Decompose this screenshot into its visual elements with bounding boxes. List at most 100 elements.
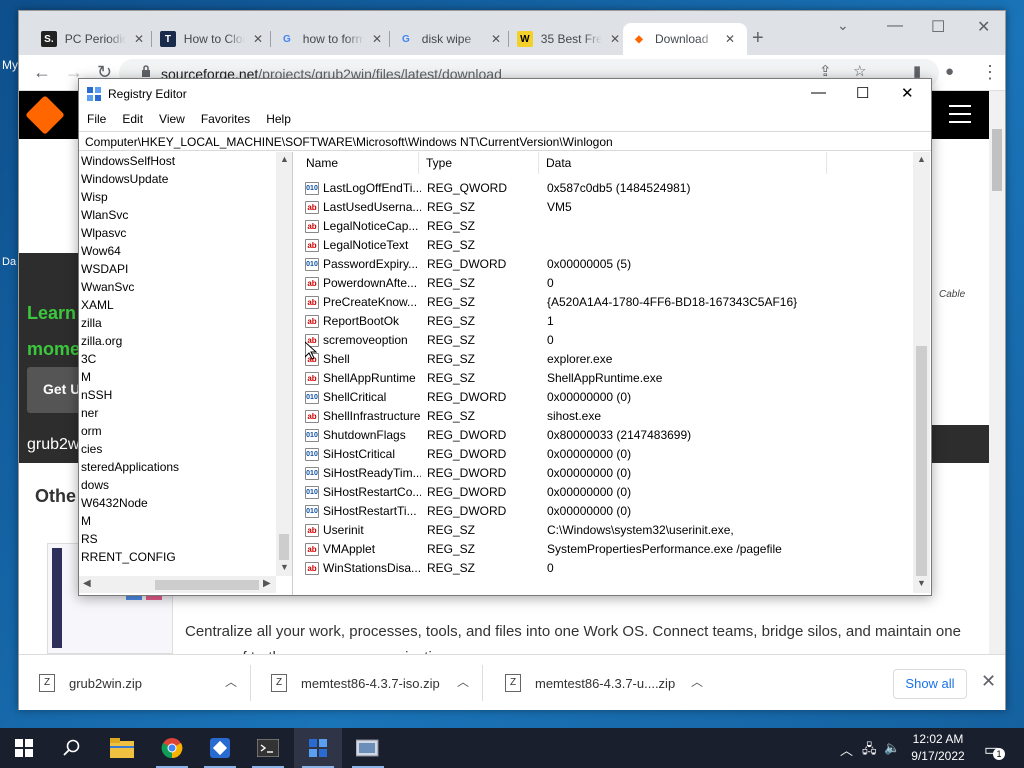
browser-tab[interactable]: Gdisk wipe ✕	[390, 23, 509, 55]
registry-value-row[interactable]: 010 SiHostRestartCo... REG_DWORD 0x00000000…	[299, 483, 913, 502]
registry-tree-key[interactable]: RS	[79, 530, 292, 548]
menu-file[interactable]: File	[79, 109, 114, 129]
registry-tree-key[interactable]: RRENT_CONFIG	[79, 548, 292, 566]
download-item[interactable]: Zgrub2win.zip ︿	[39, 655, 251, 711]
scroll-up-icon[interactable]: ▲	[280, 154, 289, 164]
registry-tree-key[interactable]: Wlpasvc	[79, 224, 292, 242]
tree-scroll-thumb[interactable]	[279, 534, 289, 560]
chevron-up-icon[interactable]: ︿	[225, 673, 237, 690]
registry-tree-key[interactable]: Wow64	[79, 242, 292, 260]
hamburger-menu-icon[interactable]	[949, 105, 971, 123]
registry-tree-key[interactable]: ner	[79, 404, 292, 422]
registry-value-row[interactable]: ab scremoveoption REG_SZ 0	[299, 331, 913, 350]
tab-close-icon[interactable]: ✕	[491, 32, 501, 46]
taskbar-file-explorer[interactable]	[98, 728, 146, 768]
values-scroll-thumb[interactable]	[916, 346, 927, 576]
tree-horizontal-scrollbar[interactable]: ◀ ▶	[79, 576, 276, 593]
registry-value-row[interactable]: ab LastUsedUserna... REG_SZ VM5	[299, 198, 913, 217]
menu-view[interactable]: View	[151, 109, 193, 129]
download-item[interactable]: Zmemtest86-4.3.7-u....zip ︿	[505, 655, 703, 711]
column-header-type[interactable]: Type	[419, 152, 539, 174]
download-item[interactable]: Zmemtest86-4.3.7-iso.zip ︿	[271, 655, 483, 711]
minimize-icon[interactable]: —	[887, 17, 903, 35]
registry-tree-key[interactable]: nSSH	[79, 386, 292, 404]
registry-tree-key[interactable]: Wisp	[79, 188, 292, 206]
registry-value-row[interactable]: 010 ShutdownFlags REG_DWORD 0x80000033 (214…	[299, 426, 913, 445]
registry-value-row[interactable]: 010 SiHostRestartTi... REG_DWORD 0x00000000…	[299, 502, 913, 521]
tab-close-icon[interactable]: ✕	[610, 32, 620, 46]
taskbar-registry-editor[interactable]	[294, 728, 342, 768]
registry-value-row[interactable]: 010 SiHostCritical REG_DWORD 0x00000000 (0)	[299, 445, 913, 464]
volume-icon[interactable]: 🔈	[884, 740, 900, 756]
tree-hscroll-thumb[interactable]	[155, 580, 259, 590]
ad-logo-text[interactable]: Cable	[939, 289, 965, 300]
registry-tree-key[interactable]: M	[79, 512, 292, 530]
profile-avatar-icon[interactable]: ●	[945, 63, 954, 81]
show-all-button[interactable]: Show all	[893, 669, 967, 699]
registry-value-row[interactable]: ab PreCreateKnow... REG_SZ {A520A1A4-1780-4…	[299, 293, 913, 312]
menu-help[interactable]: Help	[258, 109, 299, 129]
registry-tree-key[interactable]: WSDAPI	[79, 260, 292, 278]
close-icon[interactable]: ✕	[977, 17, 990, 37]
registry-tree-key[interactable]: M	[79, 368, 292, 386]
tree-vertical-scrollbar[interactable]: ▲ ▼	[276, 152, 292, 576]
title-bar[interactable]: Registry Editor — ☐ ✕	[79, 79, 931, 109]
chevron-up-icon[interactable]: ︿	[691, 673, 703, 690]
browser-tab[interactable]: Ghow to format ✕	[271, 23, 390, 55]
registry-tree-key[interactable]: orm	[79, 422, 292, 440]
values-vertical-scrollbar[interactable]: ▲ ▼	[913, 152, 930, 593]
search-button[interactable]	[48, 728, 96, 768]
chevron-up-icon[interactable]: ︿	[457, 673, 469, 690]
taskbar-command-prompt[interactable]	[244, 728, 292, 768]
sourceforge-logo-icon[interactable]	[25, 95, 65, 135]
registry-tree-key[interactable]: WlanSvc	[79, 206, 292, 224]
registry-tree-key[interactable]: 3C	[79, 350, 292, 368]
network-icon[interactable]: 🖧	[862, 740, 877, 762]
registry-value-row[interactable]: 010 SiHostReadyTim... REG_DWORD 0x00000000 …	[299, 464, 913, 483]
scroll-left-icon[interactable]: ◀	[83, 578, 91, 589]
browser-tab[interactable]: ◆ Download ✕	[623, 23, 747, 55]
maximize-icon[interactable]: ☐	[931, 17, 945, 37]
registry-value-row[interactable]: ab Userinit REG_SZ C:\Windows\system32\user…	[299, 521, 913, 540]
registry-tree-key[interactable]: zilla	[79, 314, 292, 332]
taskbar-chrome[interactable]	[148, 728, 196, 768]
tab-search-icon[interactable]: ⌄	[837, 17, 849, 34]
taskbar-app-window[interactable]	[344, 728, 392, 768]
show-hidden-icons-icon[interactable]: ︿	[840, 740, 853, 759]
registry-value-row[interactable]: ab WinStationsDisa... REG_SZ 0	[299, 559, 913, 578]
scroll-down-icon[interactable]: ▼	[917, 578, 926, 588]
menu-favorites[interactable]: Favorites	[193, 109, 258, 129]
back-icon[interactable]: ←	[33, 63, 51, 81]
registry-tree-key[interactable]: dows	[79, 476, 292, 494]
registry-value-row[interactable]: ab ReportBootOk REG_SZ 1	[299, 312, 913, 331]
start-button[interactable]	[0, 728, 48, 768]
browser-tab[interactable]: T How to Clone ✕	[152, 23, 271, 55]
registry-value-row[interactable]: ab ShellInfrastructure REG_SZ sihost.exe	[299, 407, 913, 426]
maximize-icon[interactable]: ☐	[856, 84, 869, 102]
registry-tree-key[interactable]: W6432Node	[79, 494, 292, 512]
taskbar-app[interactable]	[196, 728, 244, 768]
registry-tree-key[interactable]: WwanSvc	[79, 278, 292, 296]
browser-tab[interactable]: S. PC Periodic ✕	[33, 23, 152, 55]
desktop-icon-label[interactable]: Da	[2, 256, 16, 268]
scroll-up-icon[interactable]: ▲	[917, 154, 926, 164]
registry-tree-key[interactable]: cies	[79, 440, 292, 458]
registry-tree-key[interactable]: zilla.org	[79, 332, 292, 350]
registry-tree-key[interactable]: XAML	[79, 296, 292, 314]
tab-close-icon[interactable]: ✕	[134, 32, 144, 46]
page-scrollbar[interactable]	[989, 91, 1005, 654]
tab-close-icon[interactable]: ✕	[253, 32, 263, 46]
close-icon[interactable]: ✕	[901, 84, 914, 102]
menu-edit[interactable]: Edit	[114, 109, 151, 129]
registry-tree-key[interactable]: WindowsSelfHost	[79, 152, 292, 170]
registry-value-row[interactable]: ab LegalNoticeCap... REG_SZ	[299, 217, 913, 236]
browser-tab[interactable]: W 35 Best Free ✕	[509, 23, 628, 55]
scroll-down-icon[interactable]: ▼	[280, 562, 289, 572]
registry-value-row[interactable]: 010 LastLogOffEndTi... REG_QWORD 0x587c0db5…	[299, 179, 913, 198]
minimize-icon[interactable]: —	[811, 84, 826, 101]
registry-value-row[interactable]: abShellREG_SZexplorer.exe	[299, 350, 913, 369]
registry-tree-key[interactable]: WindowsUpdate	[79, 170, 292, 188]
scroll-right-icon[interactable]: ▶	[263, 578, 271, 589]
tab-close-icon[interactable]: ✕	[372, 32, 382, 46]
column-header-name[interactable]: Name	[299, 152, 419, 174]
